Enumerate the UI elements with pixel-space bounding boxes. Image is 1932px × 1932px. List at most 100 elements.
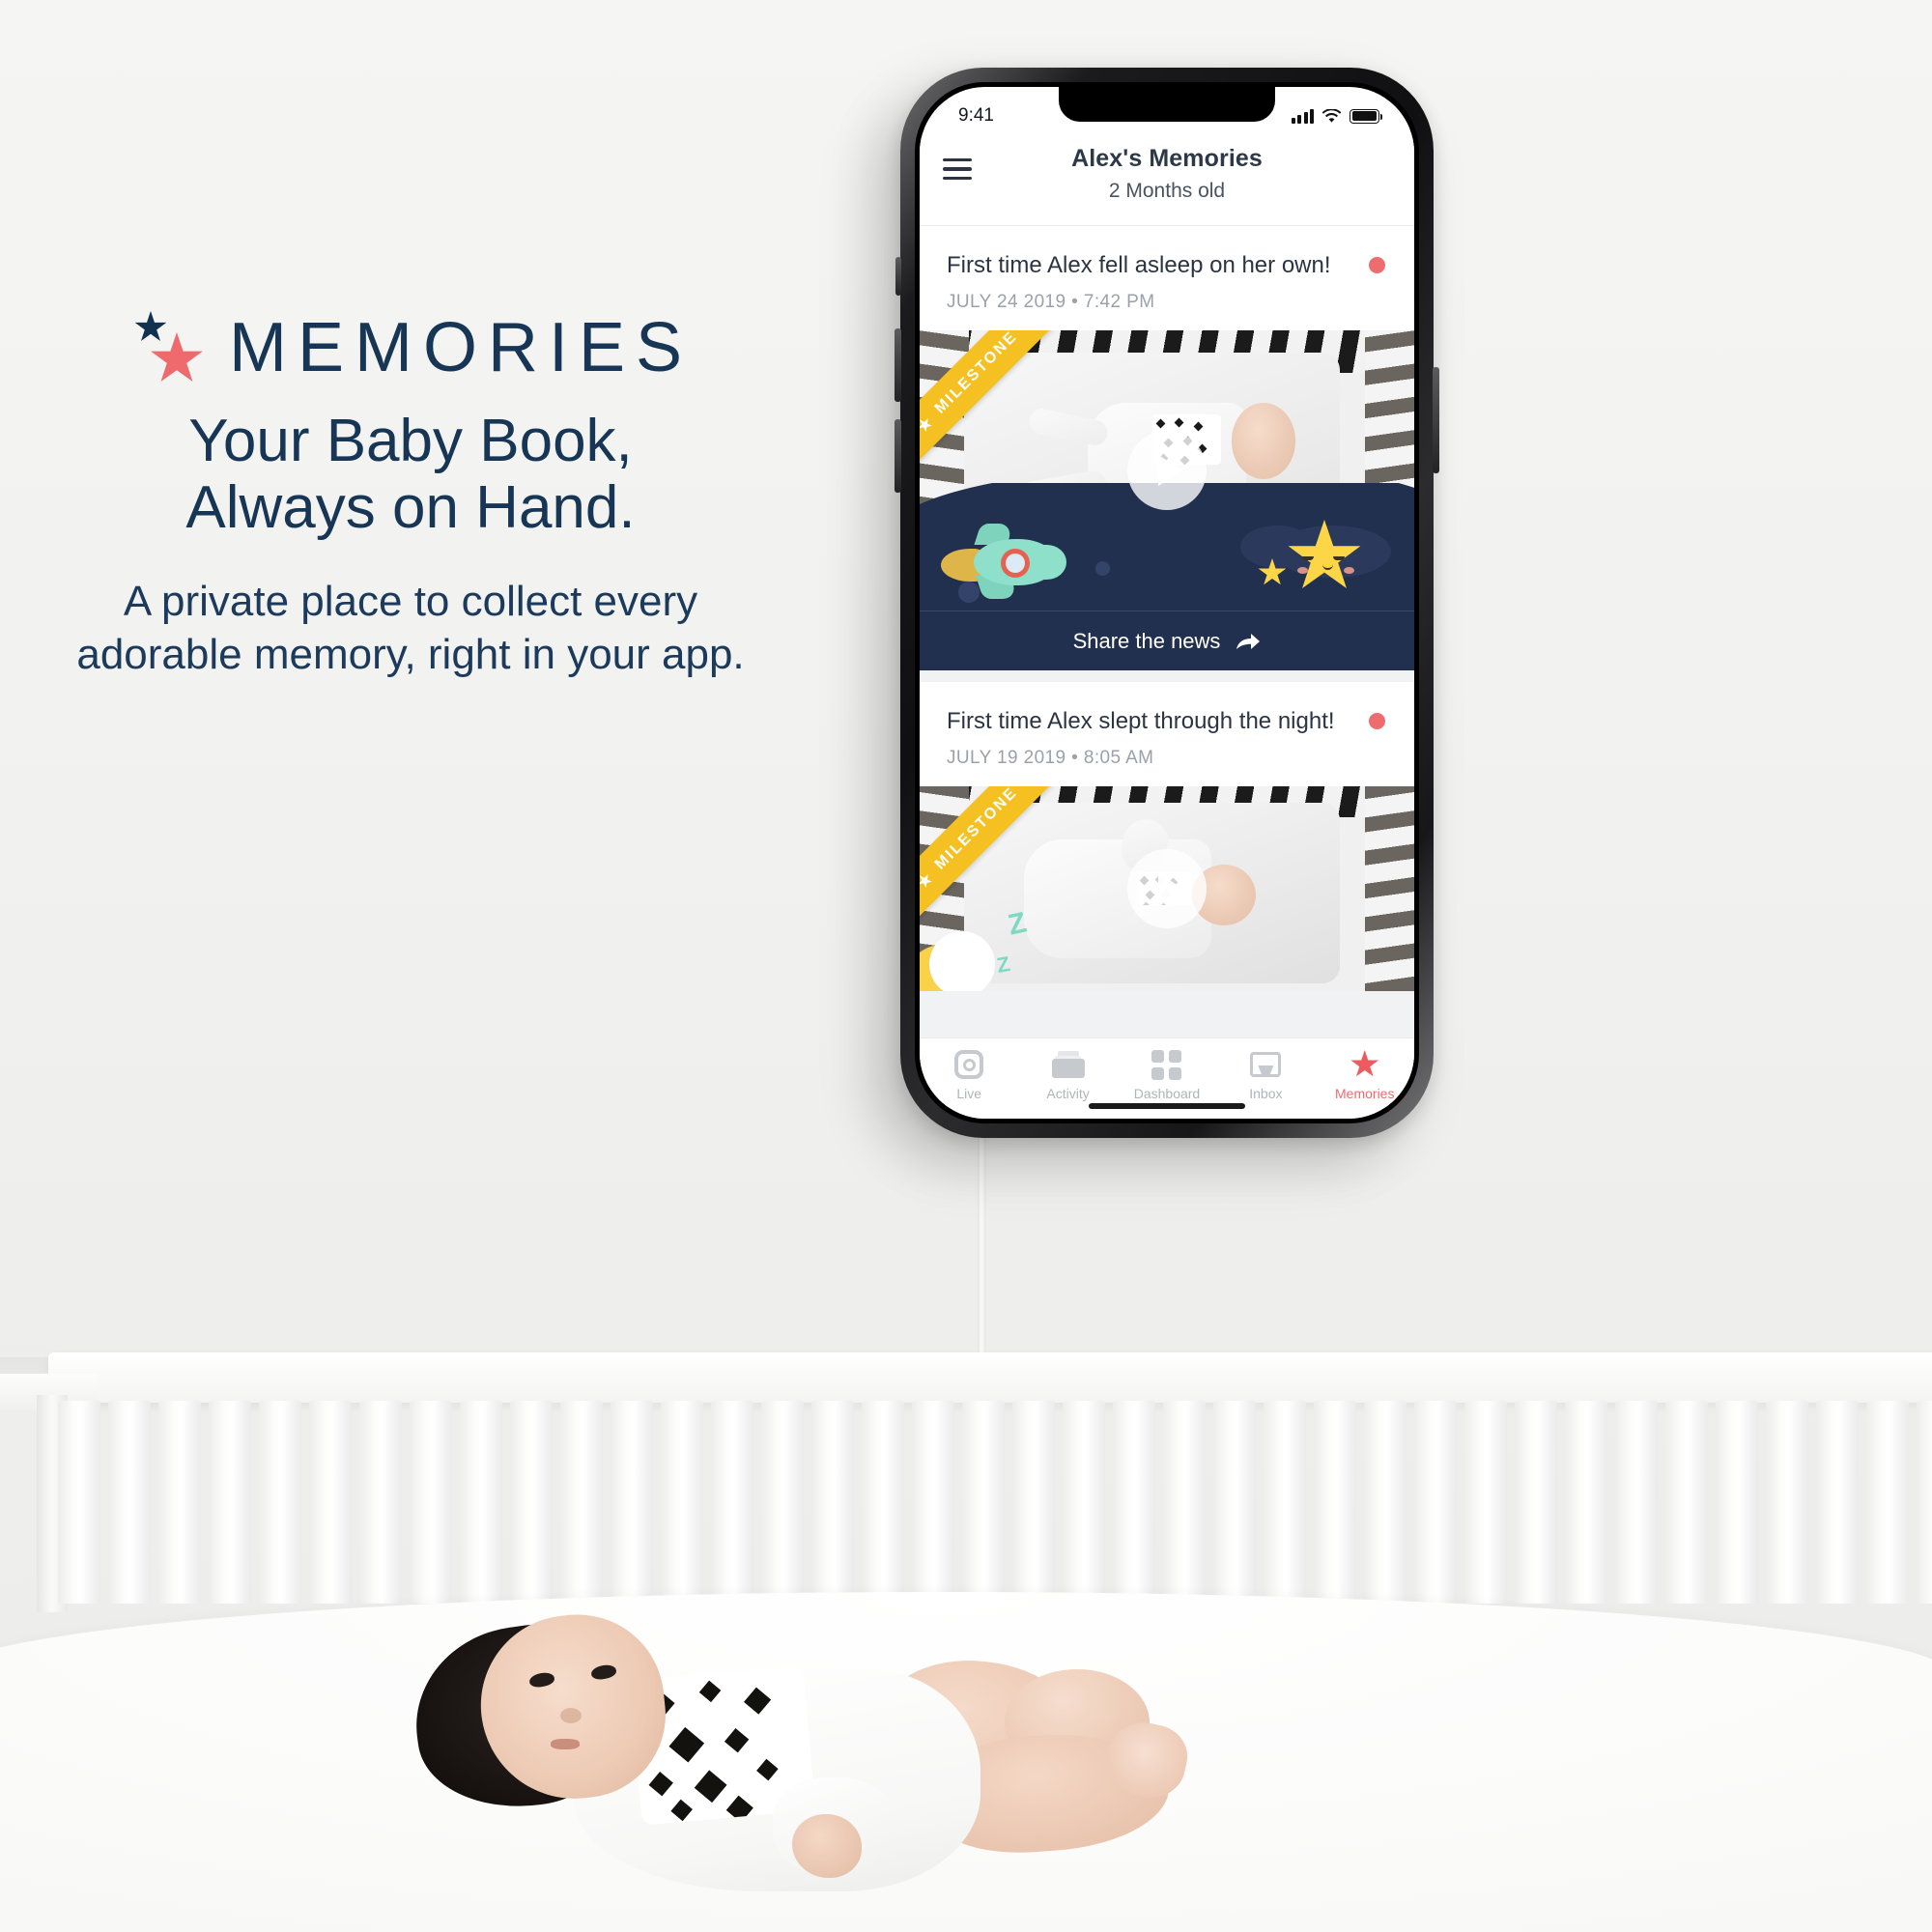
star-icon: [920, 870, 935, 891]
crib-slat: [1213, 1401, 1256, 1604]
tab-memories[interactable]: Memories: [1316, 1048, 1414, 1101]
page-subtitle: 2 Months old: [1108, 180, 1226, 202]
crib-slat: [1464, 1401, 1507, 1604]
memory-card-header: First time Alex fell asleep on her own! …: [920, 226, 1414, 330]
memory-card-header: First time Alex slept through the night!…: [920, 682, 1414, 786]
activity-files-icon: [1018, 1048, 1117, 1081]
inbox-tray-icon: [1216, 1048, 1315, 1081]
phone-screen: 9:41 Alex's Memories 2 Months old First …: [920, 87, 1414, 1119]
headline-line-1: Your Baby Book,: [188, 408, 633, 474]
baby-nose: [560, 1708, 582, 1723]
memory-title: First time Alex slept through the night!: [947, 708, 1335, 734]
crib-slat: [309, 1401, 352, 1604]
battery-full-icon: [1350, 108, 1383, 124]
crib-slat: [1665, 1401, 1708, 1604]
tab-label: Live: [956, 1086, 982, 1101]
share-arrow-icon: [1236, 633, 1261, 649]
phone-bezel: 9:41 Alex's Memories 2 Months old First …: [915, 82, 1419, 1123]
star-cheek: [1297, 567, 1308, 574]
star-icon: [1018, 786, 1038, 787]
moon-icon: [920, 931, 995, 991]
bib-diamond: [698, 1680, 722, 1703]
cellular-signal-icon: [1291, 108, 1314, 124]
crib-slat: [1414, 1401, 1457, 1604]
wifi-icon: [1322, 108, 1341, 123]
share-button-label: Share the news: [1072, 628, 1221, 653]
memory-card[interactable]: First time Alex fell asleep on her own! …: [920, 226, 1414, 670]
headline-line-2: Always on Hand.: [185, 474, 636, 542]
crib-slat: [1314, 1401, 1356, 1604]
share-button[interactable]: Share the news: [920, 611, 1414, 670]
rocket-icon: [941, 524, 1066, 599]
tab-label: Memories: [1335, 1086, 1395, 1101]
bib-diamond: [744, 1687, 772, 1715]
crib-rail: [48, 1352, 1932, 1403]
baby-photo-subject: [404, 1546, 1217, 1932]
tab-label: Inbox: [1249, 1086, 1283, 1101]
star-icon-coral: [151, 332, 203, 382]
app-header: Alex's Memories 2 Months old: [920, 137, 1414, 226]
phone-power-button[interactable]: [1433, 367, 1439, 473]
bib-diamond: [670, 1799, 693, 1822]
hamburger-menu-icon[interactable]: [943, 158, 972, 180]
tab-label: Dashboard: [1133, 1086, 1201, 1101]
phone-notch: [1059, 87, 1275, 122]
live-camera-icon: [920, 1048, 1018, 1081]
crib-slat: [1615, 1401, 1658, 1604]
crib-rail-right-photo: [1364, 786, 1414, 991]
bib-diamond: [648, 1772, 673, 1797]
crib-slat: [58, 1401, 100, 1604]
bib-diamond: [724, 1728, 750, 1753]
phone-volume-up-button[interactable]: [895, 328, 901, 402]
bib-diamond: [668, 1726, 705, 1763]
brand-wordmark: MEMORIES: [228, 309, 694, 386]
star-cheek: [1344, 567, 1354, 574]
marketing-copy-block: MEMORIES Your Baby Book, Always on Hand.…: [0, 309, 821, 682]
home-indicator[interactable]: [1089, 1103, 1245, 1109]
play-button-icon[interactable]: [1127, 849, 1207, 928]
memory-video-thumbnail[interactable]: MILESTONE: [920, 330, 1414, 611]
crib-slat: [108, 1401, 151, 1604]
memory-title: First time Alex fell asleep on her own!: [947, 252, 1331, 278]
star-icon: [1316, 1048, 1414, 1081]
subcopy-line-2: adorable memory, right in your app.: [76, 631, 745, 679]
memory-video-thumbnail[interactable]: MILESTONE Z Z: [920, 786, 1414, 991]
tab-dashboard[interactable]: Dashboard: [1118, 1048, 1216, 1101]
status-indicators: [1291, 108, 1383, 124]
star-icon: [920, 414, 935, 435]
tab-inbox[interactable]: Inbox: [1216, 1048, 1315, 1101]
tab-label: Activity: [1046, 1086, 1090, 1101]
crib-slat: [359, 1401, 402, 1604]
baby-mouth: [551, 1739, 580, 1749]
phone-mute-switch[interactable]: [895, 257, 901, 296]
memory-card[interactable]: First time Alex slept through the night!…: [920, 682, 1414, 991]
crib-slat: [1866, 1401, 1909, 1604]
crib-slat: [1917, 1401, 1932, 1604]
memories-feed[interactable]: First time Alex fell asleep on her own! …: [920, 226, 1414, 1037]
page-headline: Your Baby Book, Always on Hand.: [0, 408, 821, 542]
crib-slat: [1364, 1401, 1406, 1604]
tab-live[interactable]: Live: [920, 1048, 1018, 1101]
brand-lockup: MEMORIES: [0, 309, 821, 386]
crib-slat: [209, 1401, 251, 1604]
star-icon-navy: [134, 311, 167, 341]
crib-slat: [1515, 1401, 1557, 1604]
memory-timestamp: JULY 24 2019 • 7:42 PM: [947, 292, 1155, 312]
stars-logo-icon: [128, 309, 212, 386]
page-subcopy: A private place to collect every adorabl…: [0, 575, 821, 682]
tab-activity[interactable]: Activity: [1018, 1048, 1117, 1101]
status-badge: [1369, 257, 1385, 273]
crib-slat: [1716, 1401, 1758, 1604]
phone-volume-down-button[interactable]: [895, 419, 901, 493]
crib-slat: [1816, 1401, 1859, 1604]
thumb-baby-head: [1231, 403, 1296, 479]
bib-diamond: [756, 1758, 779, 1781]
memory-timestamp: JULY 19 2019 • 8:05 AM: [947, 748, 1154, 768]
status-badge: [1369, 713, 1385, 729]
crib-slat: [1565, 1401, 1607, 1604]
crib-slat: [259, 1401, 301, 1604]
bib-diamond: [694, 1770, 727, 1804]
play-button-icon[interactable]: [1127, 431, 1207, 510]
dashboard-grid-icon: [1118, 1048, 1216, 1081]
star-icon: [1018, 330, 1038, 331]
